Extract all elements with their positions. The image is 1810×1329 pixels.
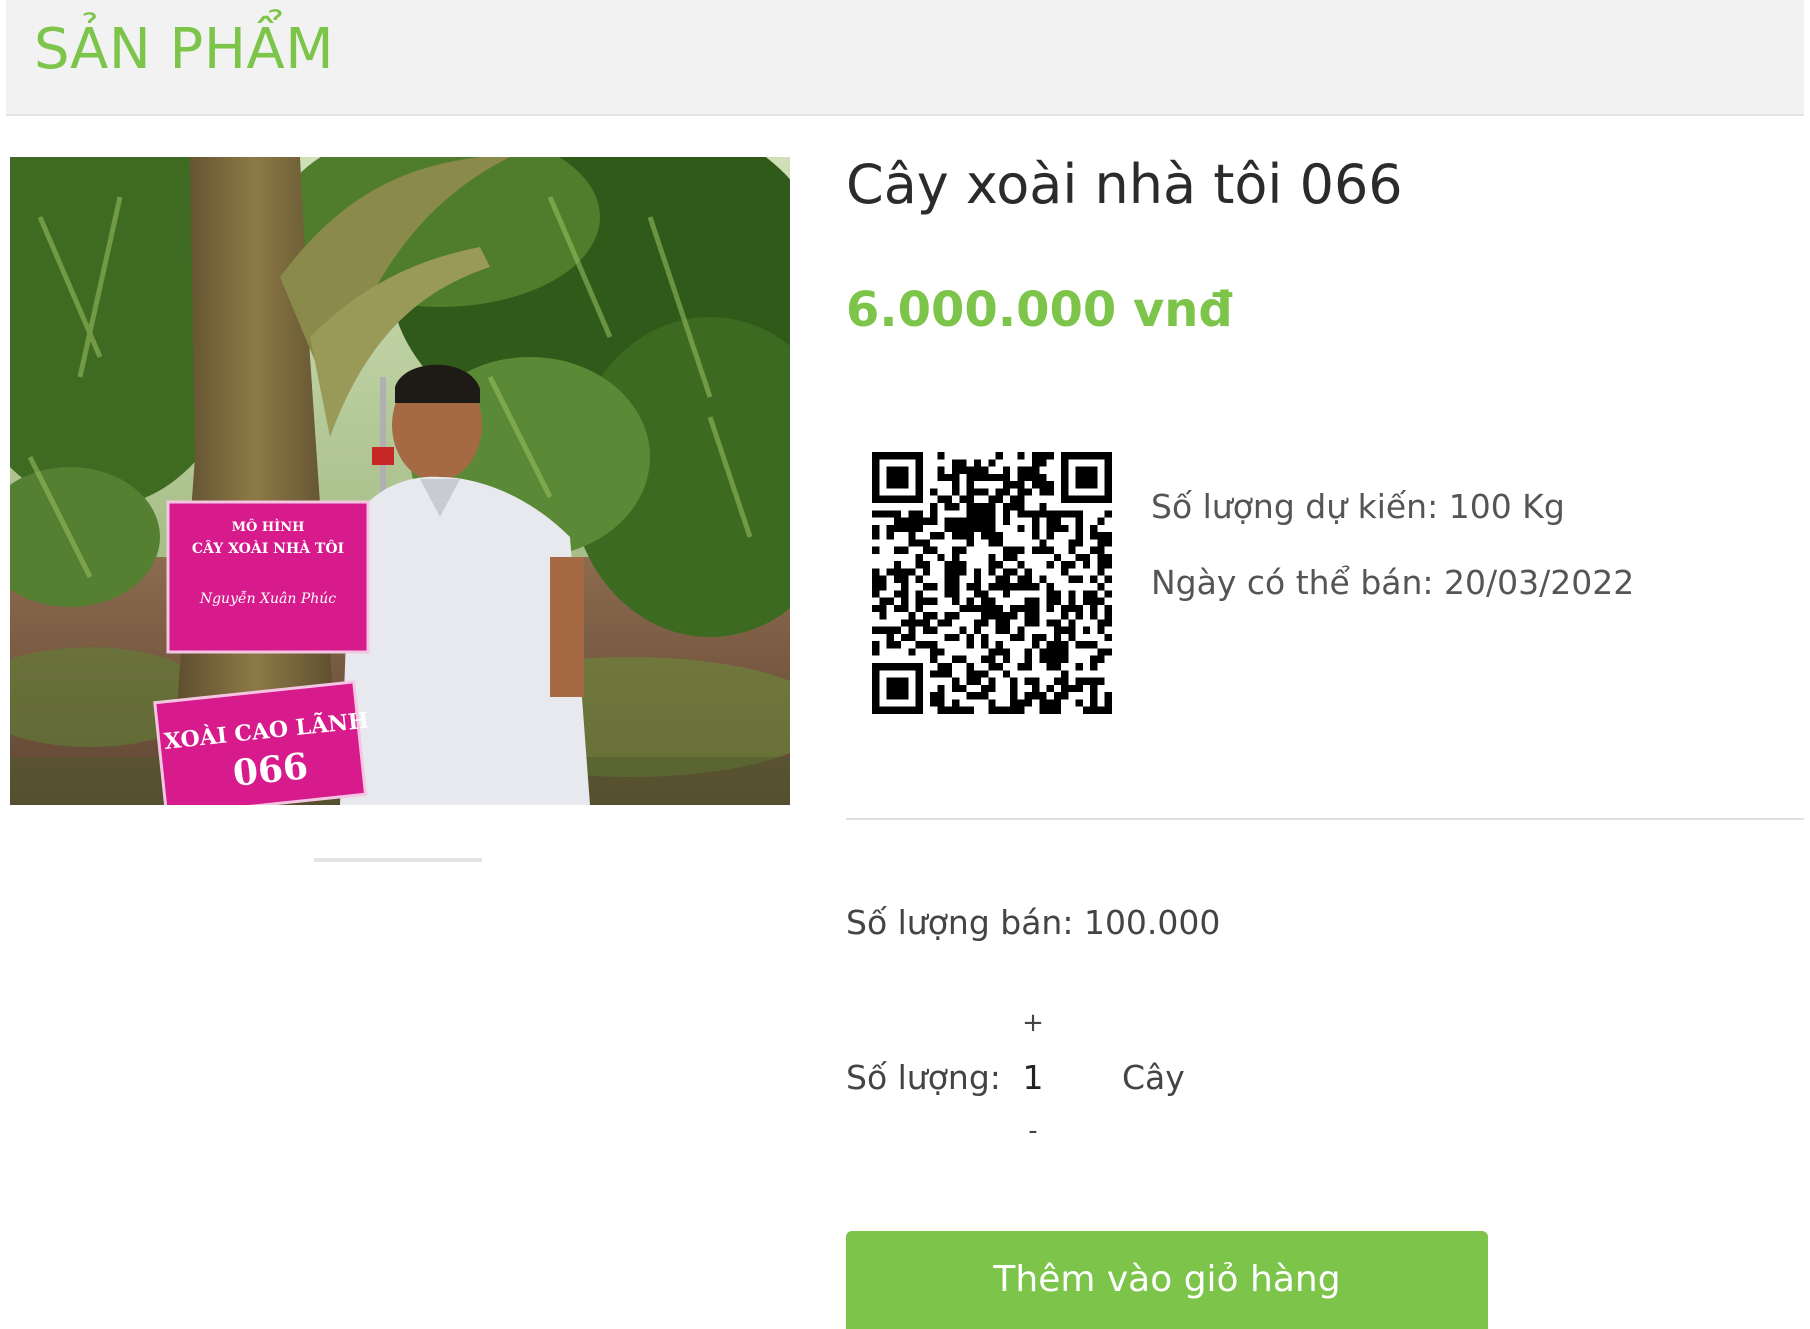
quantity-input[interactable] — [1016, 1058, 1050, 1098]
sign-top-line-3: Nguyễn Xuân Phúc — [199, 590, 336, 607]
page-title: SẢN PHẨM — [34, 17, 335, 82]
sign-bottom-line-2: 066 — [231, 745, 310, 795]
sale-date: Ngày có thể bán: 20/03/2022 — [1151, 563, 1635, 602]
add-to-cart-button[interactable]: Thêm vào giỏ hàng — [846, 1231, 1488, 1329]
header-bar: SẢN PHẨM — [6, 0, 1804, 116]
quantity-unit: Cây — [1122, 1058, 1185, 1097]
expected-quantity: Số lượng dự kiến: 100 Kg — [1151, 487, 1565, 526]
image-slider-indicator[interactable] — [314, 858, 482, 862]
product-page: SẢN PHẨM MÔ HÌNH CÂY XOÀI NHÀ TÔI Nguyễn… — [0, 0, 1810, 1329]
product-image[interactable]: MÔ HÌNH CÂY XOÀI NHÀ TÔI Nguyễn Xuân Phú… — [10, 157, 790, 805]
product-name: Cây xoài nhà tôi 066 — [846, 153, 1403, 216]
qr-code-icon — [872, 452, 1112, 714]
quantity-label: Số lượng: — [846, 1058, 1001, 1097]
sign-top-line-1: MÔ HÌNH — [232, 518, 305, 535]
sold-quantity: Số lượng bán: 100.000 — [846, 903, 1221, 942]
divider — [846, 818, 1804, 820]
quantity-increase-button[interactable]: + — [1022, 1008, 1044, 1039]
sign-top-line-2: CÂY XOÀI NHÀ TÔI — [192, 539, 344, 557]
quantity-decrease-button[interactable]: - — [1022, 1116, 1044, 1147]
product-price: 6.000.000 vnđ — [846, 282, 1233, 338]
